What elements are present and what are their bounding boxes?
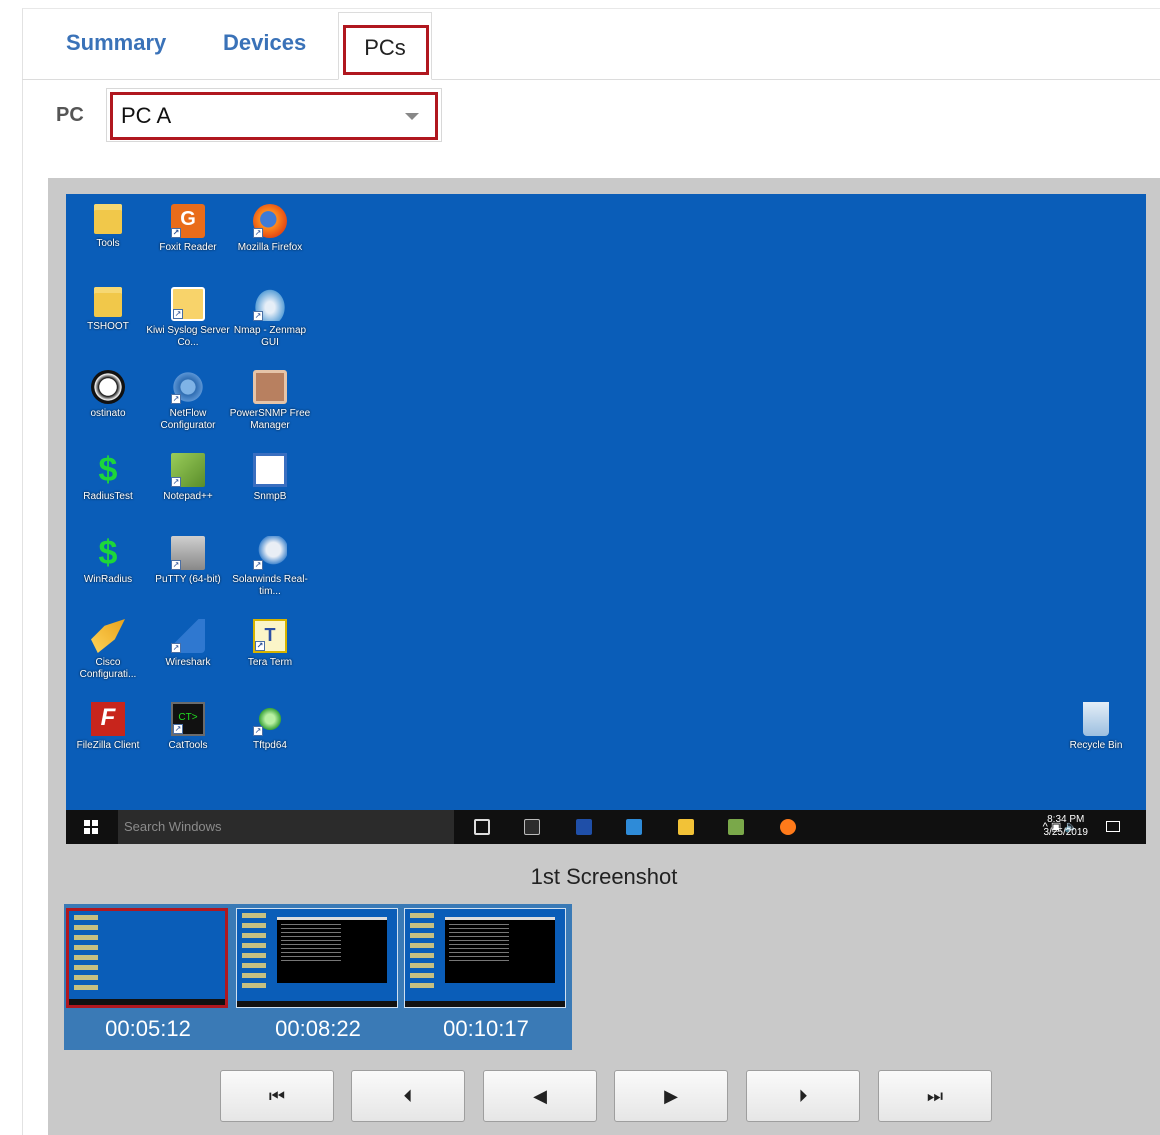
firefox-taskbar-icon: [780, 819, 796, 835]
desktop-icon-wireshark: Wireshark: [146, 619, 230, 669]
putty-icon: [171, 536, 205, 570]
powersnmp-icon: [253, 370, 287, 404]
desktop-icon-ostinato: ostinato: [66, 370, 150, 420]
notepad-taskbar-icon: [728, 819, 744, 835]
pc-label: PC: [56, 104, 84, 126]
pc-select[interactable]: PC A: [106, 88, 442, 142]
taskbar: Search Windows ^ ▣ 🔈 8:34 PM 3/25/2019: [66, 810, 1146, 844]
task-view-icon: [474, 819, 490, 835]
tab-pcs-label: PCs: [364, 35, 406, 60]
tab-bar: Summary Devices: [22, 8, 1160, 80]
folder-icon: [94, 287, 122, 317]
taskbar-clock: 8:34 PM 3/25/2019: [1043, 814, 1089, 838]
folder-icon: [94, 204, 122, 234]
desktop-icon-radiustest: $ RadiusTest: [83, 451, 133, 502]
terminal-icon: [524, 819, 540, 835]
foxit-icon: G: [171, 204, 205, 238]
desktop-icon-tshoot: TSHOOT: [66, 287, 150, 333]
cattools-icon: CT>: [171, 702, 205, 736]
thumbnail-time: 00:08:22: [275, 1016, 361, 1041]
notification-icon: [1106, 821, 1120, 832]
radius-icon: $: [98, 451, 118, 489]
snmpb-icon: [253, 453, 287, 487]
chevron-down-icon[interactable]: [405, 113, 419, 120]
desktop-icon-notepad: Notepad++: [146, 453, 230, 503]
wireshark-icon: [171, 619, 205, 653]
last-button[interactable]: ⏭: [878, 1070, 992, 1122]
filezilla-icon: F: [91, 702, 125, 736]
desktop-screenshot: Tools TSHOOT ostinato $ RadiusTest $ Win…: [66, 194, 1146, 844]
nmap-icon: [253, 287, 287, 321]
desktop-icon-tera: T Tera Term: [228, 619, 312, 669]
desktop-icon-powersnmp: PowerSNMP Free Manager: [228, 370, 312, 432]
thumbnail-time: 00:05:12: [105, 1016, 191, 1041]
desktop-icon-winradius: $ WinRadius: [83, 534, 133, 585]
desktop-icon-recycle-bin: Recycle Bin: [1054, 702, 1138, 752]
step-forward-button[interactable]: ⏵: [746, 1070, 860, 1122]
step-back-button[interactable]: ⏴: [351, 1070, 465, 1122]
pc-select-value: PC A: [121, 103, 172, 128]
tab-devices[interactable]: Devices: [223, 30, 306, 56]
thumbnail-time: 00:10:17: [443, 1016, 529, 1041]
desktop-icon-tftpd: Tftpd64: [228, 702, 312, 752]
screenshot-caption: 1st Screenshot: [530, 864, 678, 889]
powershell-icon: [576, 819, 592, 835]
thumbnail-2[interactable]: [236, 908, 398, 1008]
file-explorer-icon: [678, 819, 694, 835]
gear-icon: [171, 370, 205, 404]
notepad-icon: [171, 453, 205, 487]
taskbar-search: Search Windows: [118, 810, 454, 844]
desktop-icon-foxit: G Foxit Reader: [146, 204, 230, 254]
desktop-icon-netflow: NetFlow Configurator: [146, 370, 230, 432]
kiwi-icon: [171, 287, 205, 321]
firefox-icon: [253, 204, 287, 238]
tera-term-icon: T: [253, 619, 287, 653]
play-button[interactable]: ▶: [614, 1070, 728, 1122]
recycle-bin-icon: [1083, 702, 1109, 736]
first-button[interactable]: ⏮: [220, 1070, 334, 1122]
network-icon: [626, 819, 642, 835]
desktop-icon-solarwinds: Solarwinds Real-tim...: [228, 536, 312, 598]
solarwinds-icon: [253, 536, 287, 570]
thumbnail-1[interactable]: [66, 908, 228, 1008]
desktop-icon-kiwi: Kiwi Syslog Server Co...: [146, 287, 230, 349]
desktop-icon-tools: Tools: [66, 204, 150, 250]
ostinato-icon: [91, 370, 125, 404]
desktop-icon-filezilla: F FileZilla Client: [76, 702, 140, 751]
thumbnail-strip: 00:05:12 00:08:22 00:10:17: [64, 904, 572, 1050]
tab-summary[interactable]: Summary: [66, 30, 166, 56]
radius-icon: $: [98, 534, 118, 572]
tftpd-icon: [253, 702, 287, 736]
cisco-icon: [91, 619, 125, 653]
desktop-icon-putty: PuTTY (64-bit): [146, 536, 230, 586]
thumbnail-3[interactable]: [404, 908, 566, 1008]
desktop-icon-snmpb: SnmpB: [228, 453, 312, 503]
desktop-icon-cattools: CT> CatTools: [146, 702, 230, 752]
desktop-icon-nmap: Nmap - Zenmap GUI: [228, 287, 312, 349]
desktop-icon-cisco: Cisco Configurati...: [66, 619, 150, 681]
previous-button[interactable]: ◀: [483, 1070, 597, 1122]
windows-start-icon: [84, 820, 98, 834]
tab-pcs[interactable]: PCs: [338, 12, 432, 80]
desktop-icon-firefox: Mozilla Firefox: [228, 204, 312, 254]
